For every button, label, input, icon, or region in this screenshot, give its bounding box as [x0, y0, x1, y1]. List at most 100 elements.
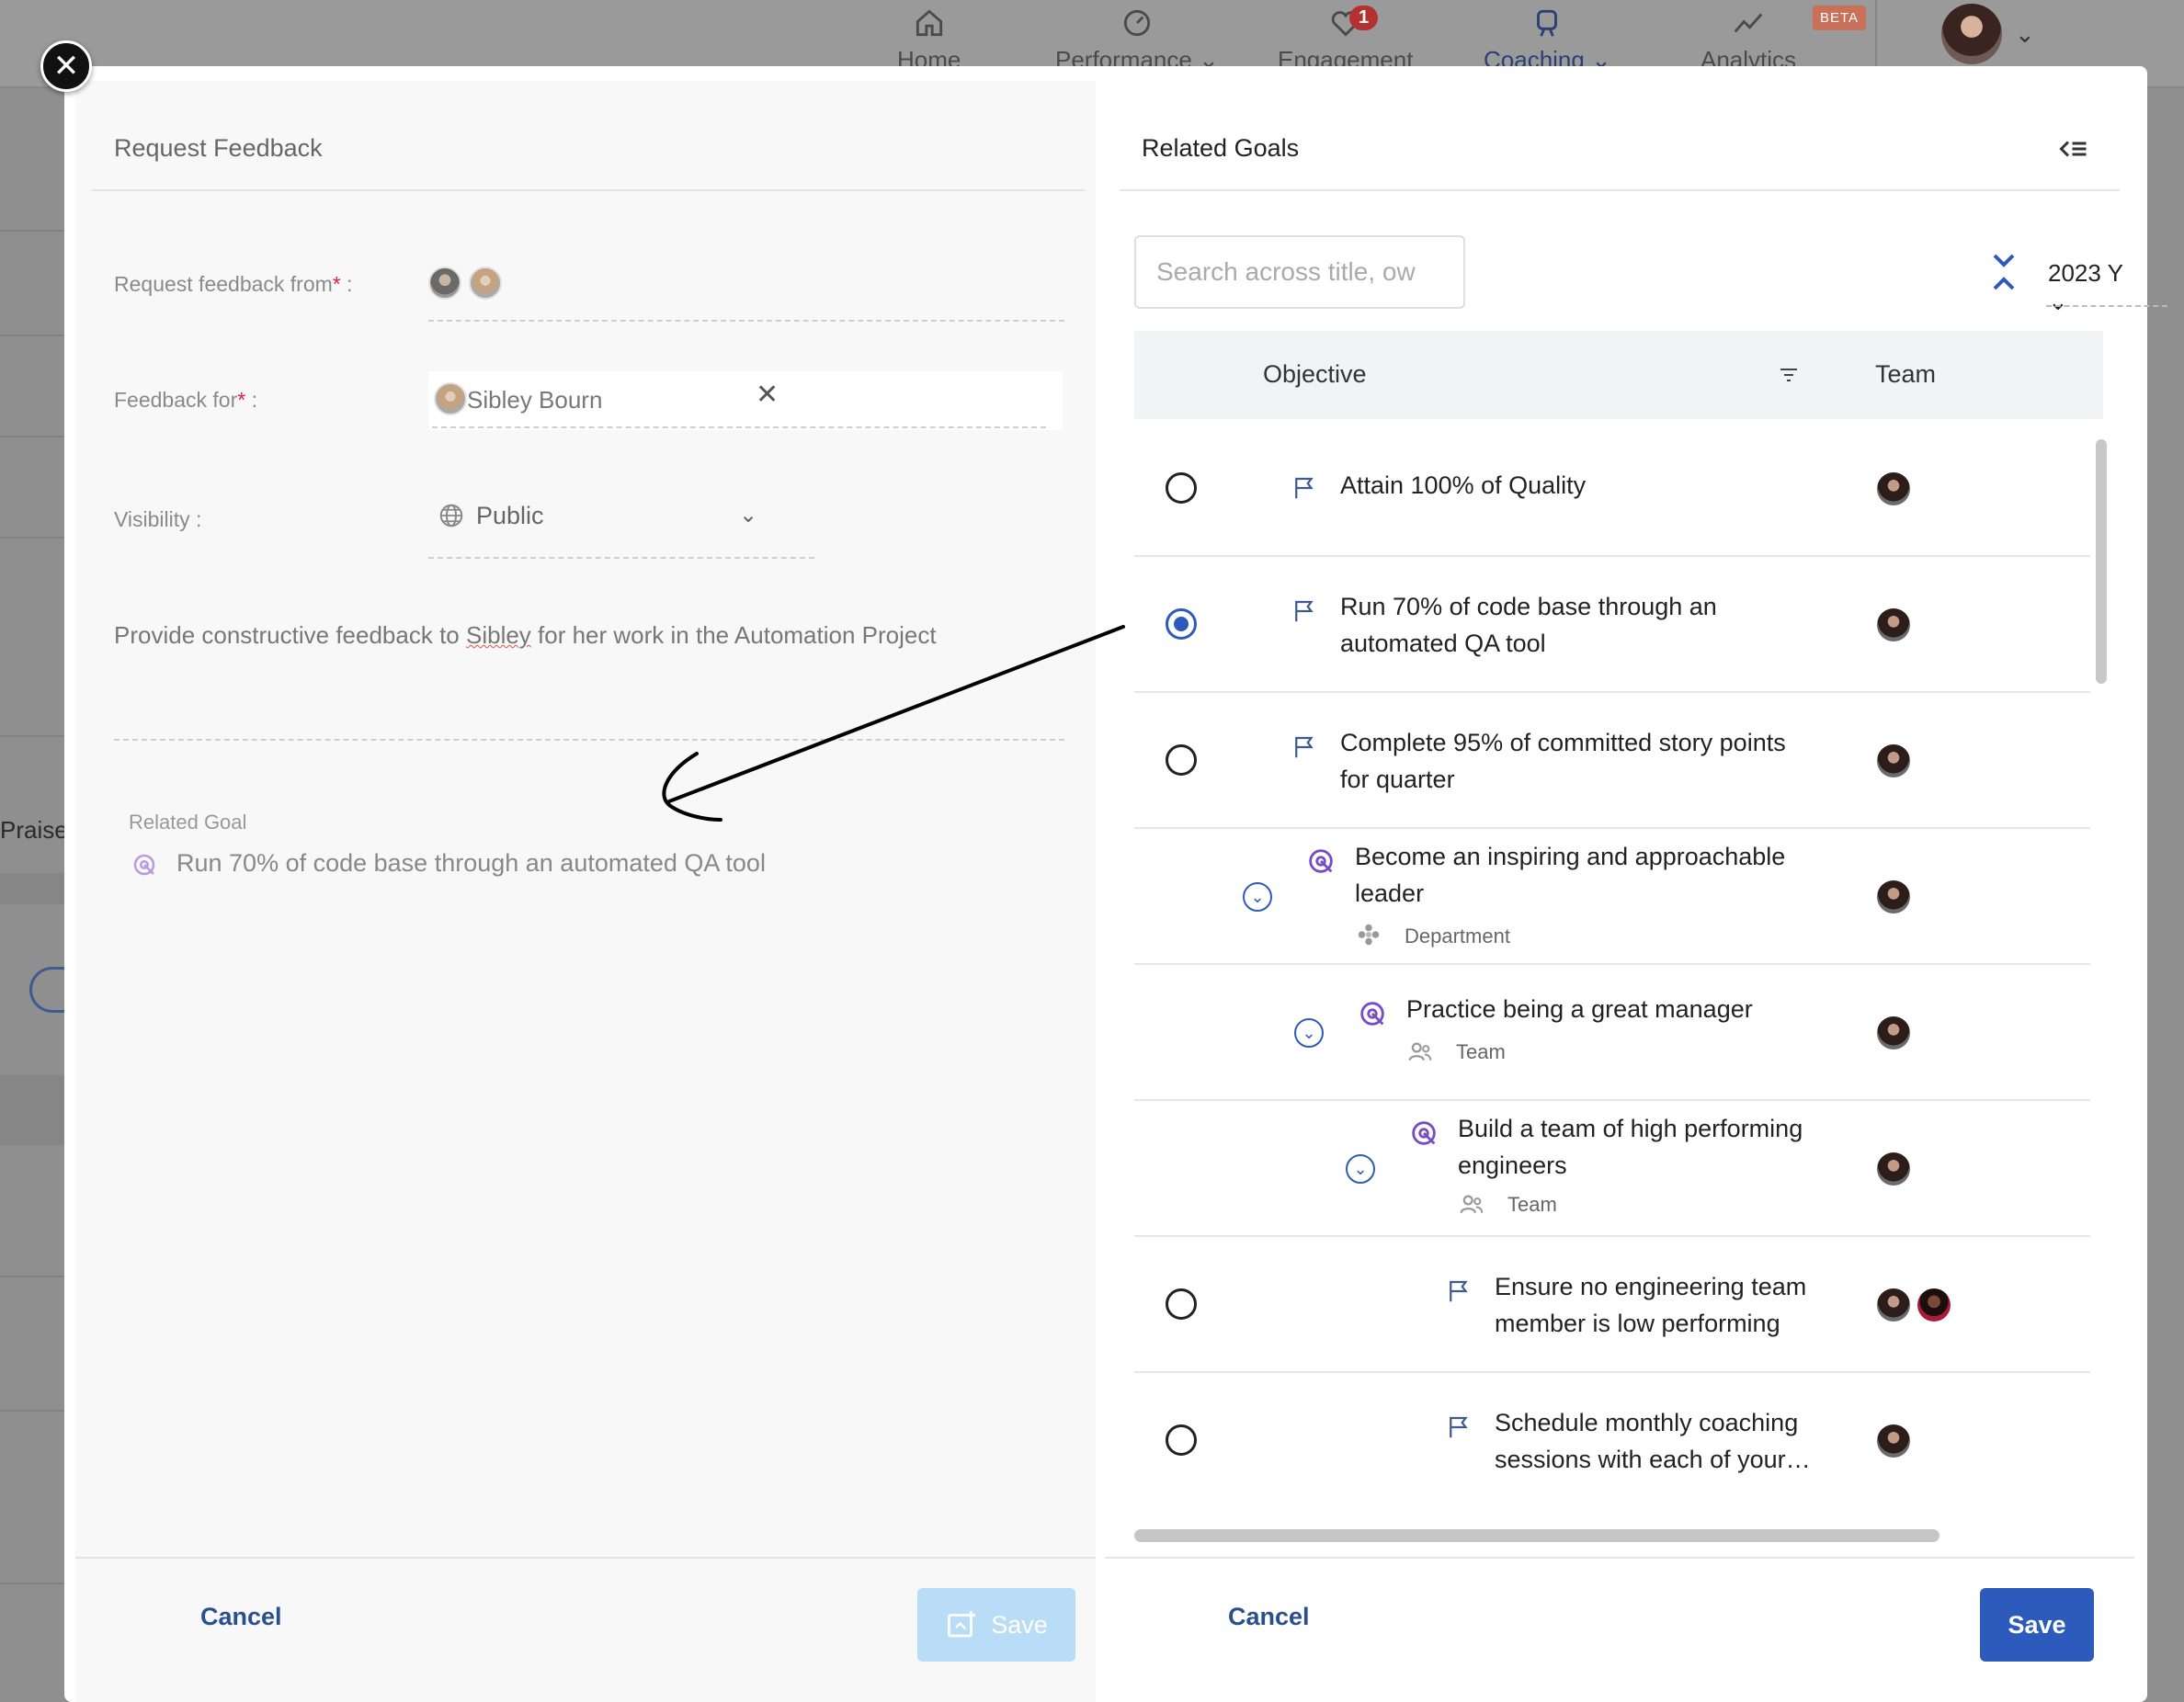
- spellcheck-word: Sibley: [465, 621, 531, 649]
- avatar: [434, 382, 467, 415]
- vertical-scrollbar[interactable]: [2096, 439, 2107, 684]
- field-underline: [2046, 305, 2167, 307]
- cancel-button[interactable]: Cancel: [200, 1603, 282, 1631]
- feedback-message-text[interactable]: Provide constructive feedback to Sibley …: [114, 621, 937, 650]
- beta-badge: BETA: [1813, 6, 1867, 30]
- expand-collapse-icon[interactable]: [1991, 252, 2017, 292]
- visibility-select[interactable]: Public: [476, 502, 544, 530]
- globe-icon: [439, 504, 463, 528]
- goal-scope: Team: [1456, 1040, 1506, 1063]
- table-row[interactable]: Attain 100% of Quality: [1134, 421, 2090, 557]
- save-button[interactable]: Save: [1980, 1588, 2094, 1662]
- table-row[interactable]: ⌄ Build a team of high performing engine…: [1134, 1101, 2090, 1237]
- avatar[interactable]: [469, 267, 502, 300]
- avatar: [1877, 880, 1910, 913]
- goal-radio[interactable]: [1166, 1424, 1197, 1456]
- goal-title: Become an inspiring and approachable lea…: [1355, 843, 1786, 907]
- goal-title: Ensure no engineering team member is low…: [1495, 1273, 1807, 1337]
- request-from-label: Request feedback from* :: [114, 272, 353, 296]
- goal-title: Build a team of high performing engineer…: [1458, 1115, 1803, 1179]
- team-icon: [1460, 1195, 1484, 1214]
- clear-icon[interactable]: ✕: [756, 379, 779, 411]
- coaching-icon: [1537, 9, 1558, 37]
- divider: [1105, 1557, 2134, 1559]
- goal-search-input[interactable]: [1134, 235, 1465, 309]
- chevron-down-icon: ⌄: [1302, 1024, 1316, 1042]
- divider: [92, 189, 1085, 191]
- goal-title: Attain 100% of Quality: [1340, 471, 1587, 499]
- table-row[interactable]: ⌄ Practice being a great manager Team: [1134, 965, 2090, 1101]
- bg-divider: [0, 1410, 64, 1412]
- collapse-panel-icon[interactable]: [2057, 132, 2090, 165]
- cancel-button[interactable]: Cancel: [1228, 1603, 1310, 1631]
- request-feedback-panel: Request Feedback Request feedback from* …: [75, 81, 1096, 1702]
- close-icon: ✕: [52, 49, 80, 84]
- bg-divider: [0, 1276, 64, 1277]
- goal-target-icon: [1412, 1121, 1436, 1145]
- avatar: [1877, 744, 1910, 777]
- chevron-down-icon[interactable]: ⌄: [739, 502, 757, 528]
- save-button-disabled: Save: [917, 1588, 1075, 1662]
- divider: [75, 1557, 1096, 1559]
- column-team: Team: [1875, 360, 1937, 388]
- chevron-down-icon: ⌄: [1353, 1160, 1368, 1178]
- filter-icon[interactable]: [1778, 364, 1800, 386]
- avatar: [1917, 1288, 1951, 1322]
- field-underline: [428, 557, 814, 559]
- expand-row-button[interactable]: ⌄: [1294, 1018, 1324, 1048]
- expand-row-button[interactable]: ⌄: [1346, 1154, 1375, 1184]
- table-row[interactable]: Ensure no engineering team member is low…: [1134, 1237, 2090, 1373]
- bg-divider: [0, 537, 64, 539]
- goal-radio-selected[interactable]: [1166, 608, 1197, 640]
- year-select[interactable]: 2023 Y ⌄: [2048, 259, 2134, 316]
- team-icon: [1408, 1042, 1432, 1061]
- bg-divider: [0, 230, 64, 232]
- bg-divider: [0, 735, 64, 737]
- avatar: [1877, 1424, 1910, 1458]
- table-row[interactable]: Run 70% of code base through an automate…: [1134, 557, 2090, 693]
- column-objective[interactable]: Objective: [1263, 360, 1367, 389]
- flag-icon: [1295, 477, 1314, 499]
- goal-radio[interactable]: [1166, 744, 1197, 776]
- goal-radio[interactable]: [1166, 472, 1197, 504]
- save-label: Save: [991, 1610, 1048, 1639]
- goal-target-icon: [133, 854, 155, 876]
- request-feedback-modal: Request Feedback Request feedback from* …: [64, 66, 2167, 1702]
- related-goal-value: Run 70% of code base through an automate…: [176, 849, 766, 877]
- close-modal-button[interactable]: ✕: [40, 40, 92, 92]
- goal-title: Schedule monthly coaching sessions with …: [1495, 1409, 1811, 1473]
- horizontal-scrollbar[interactable]: [1134, 1529, 1939, 1542]
- expand-row-button[interactable]: ⌄: [1243, 882, 1272, 912]
- flag-icon: [1295, 600, 1314, 622]
- panel-title: Request Feedback: [114, 134, 323, 162]
- divider: [1120, 189, 2120, 191]
- field-underline: [432, 426, 1046, 428]
- chevron-down-icon[interactable]: ⌄: [2015, 20, 2035, 49]
- bg-divider: [0, 335, 64, 336]
- table-row[interactable]: Schedule monthly coaching sessions with …: [1134, 1373, 2090, 1494]
- flag-icon: [1450, 1280, 1468, 1302]
- avatar[interactable]: [428, 267, 461, 300]
- table-row[interactable]: Complete 95% of committed story points f…: [1134, 693, 2090, 829]
- flag-icon: [1450, 1416, 1468, 1438]
- goal-title: Run 70% of code base through an automate…: [1340, 593, 1717, 657]
- avatar: [1877, 1152, 1910, 1186]
- flag-icon: [1295, 736, 1314, 758]
- feedback-for-label: Feedback for* :: [114, 388, 257, 412]
- goal-radio[interactable]: [1166, 1288, 1197, 1320]
- gauge-icon: [1123, 9, 1151, 37]
- image-add-icon: [948, 1611, 976, 1638]
- analytics-icon: [1734, 13, 1763, 33]
- goals-table-body: Attain 100% of Quality Run 70% of code b…: [1134, 421, 2090, 1494]
- bg-divider: [0, 436, 64, 437]
- goal-title: Complete 95% of committed story points f…: [1340, 729, 1786, 793]
- goals-table-header: Objective Team: [1134, 331, 2103, 419]
- user-avatar[interactable]: [1941, 4, 2002, 64]
- avatar: [1877, 1016, 1910, 1050]
- goal-scope: Team: [1507, 1193, 1557, 1216]
- table-row[interactable]: ⌄ Become an inspiring and approachable l…: [1134, 829, 2090, 965]
- bg-divider: [0, 1583, 64, 1584]
- avatar: [1877, 1288, 1910, 1322]
- field-underline: [428, 320, 1064, 322]
- feedback-for-value: Sibley Bourn: [467, 386, 603, 414]
